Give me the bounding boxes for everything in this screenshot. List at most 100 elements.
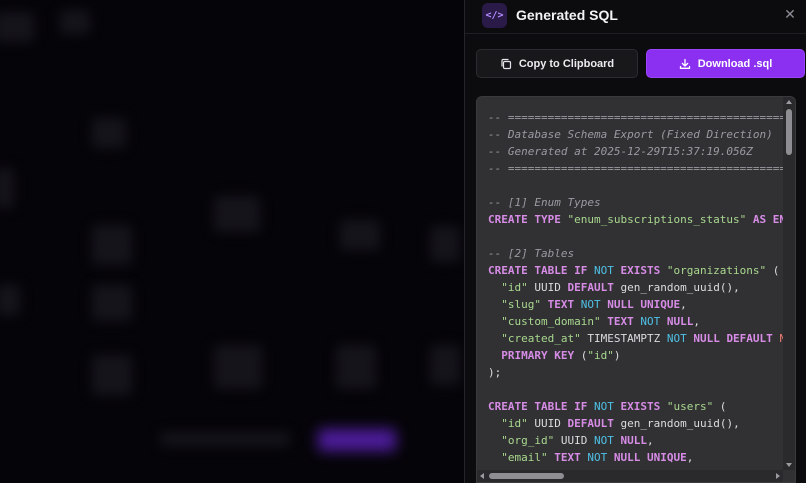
code-token: TIMESTAMPTZ [580,332,667,345]
code-token: NOT [580,298,601,311]
code-token: ); [488,366,502,379]
generated-sql-panel: </> Generated SQL ✕ Copy to Clipboard Do… [464,0,806,483]
code-line: PRIMARY KEY ("id") [488,347,783,364]
code-line: -- [2] Tables [488,245,783,262]
code-line: "custom_domain" TEXT NOT NULL, [488,313,783,330]
scroll-right-arrow-icon[interactable] [776,473,780,479]
code-token: -- [1] Enum Types [488,196,601,209]
code-token: DEFAULT [567,281,614,294]
code-line: "email" TEXT NOT NULL UNIQUE, [488,449,783,466]
code-token: UUID [554,434,594,447]
code-icon: </> [482,3,507,28]
code-token: NULL [613,434,647,447]
code-line: -- Generated at 2025-12-29T15:37:19.056Z [488,143,783,160]
scroll-left-arrow-icon[interactable] [480,473,484,479]
background-pagination [160,432,290,446]
background-card [214,345,262,389]
code-line: "org_id" UUID NOT NULL, [488,432,783,449]
code-token: NOT [587,451,608,464]
code-token: -- =====================================… [488,162,783,175]
background-card [0,12,34,42]
code-token: "users" [666,400,714,413]
code-token: "enum_subscriptions_status" [567,213,747,226]
code-token: ( [713,400,727,413]
code-token: UUID [527,281,568,294]
code-token: DEFAULT [567,417,614,430]
code-token: NOT [666,332,687,345]
code-token: "email" [501,451,548,464]
code-line: "created_at" TIMESTAMPTZ NOT NULL DEFAUL… [488,330,783,347]
background-card [92,355,132,395]
code-token: ( [766,264,780,277]
vertical-scrollbar[interactable] [783,97,795,470]
copy-icon [501,58,511,69]
code-line: CREATE TABLE IF NOT EXISTS "organization… [488,262,783,279]
code-token: TEXT [547,451,588,464]
panel-header: </> Generated SQL ✕ [465,0,806,34]
code-line: -- Database Schema Export (Fixed Directi… [488,126,783,143]
background-card [92,225,132,265]
code-token: PRIMARY KEY [501,349,575,362]
scroll-down-arrow-icon[interactable] [786,463,792,467]
sql-code-viewer[interactable]: -- =====================================… [476,96,796,483]
code-token: NOT [640,315,661,328]
code-token: EXISTS [613,400,667,413]
code-token: "id" [587,349,614,362]
copy-button-label: Copy to Clipboard [518,57,615,70]
code-token: "created_at" [501,332,581,345]
code-token: , [693,315,700,328]
background-card [340,220,380,250]
background-card [336,345,376,389]
code-token: TEXT [600,315,641,328]
code-token: CREATE TABLE IF [488,264,594,277]
code-token: "slug" [501,298,541,311]
code-line: -- [1] Enum Types [488,194,783,211]
code-token: ) [613,349,621,362]
background-card [92,118,126,148]
code-line: ); [488,364,783,381]
background-card [0,285,20,315]
code-token: "id" [501,281,528,294]
code-token: CREATE TABLE IF [488,400,594,413]
background-card [214,196,260,232]
horizontal-scroll-thumb[interactable] [489,473,564,479]
scroll-up-arrow-icon[interactable] [786,100,792,104]
vertical-scroll-thumb[interactable] [786,109,792,155]
code-line: CREATE TYPE "enum_subscriptions_status" … [488,211,783,228]
code-token: -- Database Schema Export (Fixed Directi… [488,128,773,141]
code-token: CREATE TYPE [488,213,568,226]
copy-to-clipboard-button[interactable]: Copy to Clipboard [476,49,638,78]
background-card [430,345,460,385]
code-token: NULL UNIQUE [607,451,687,464]
code-token: , [686,451,694,464]
background-card [60,10,90,34]
code-token: NOT [593,434,614,447]
code-token: -- [2] Tables [488,247,575,260]
code-token: "custom_domain" [501,315,601,328]
code-token: ( [574,349,588,362]
code-token: AS ENUM [752,213,783,226]
download-sql-button[interactable]: Download .sql [646,49,805,78]
close-icon[interactable]: ✕ [781,5,799,23]
code-line: "slug" TEXT NOT NULL UNIQUE, [488,296,783,313]
download-button-label: Download .sql [697,57,773,70]
code-token: -- =====================================… [488,111,783,124]
code-line: "id" UUID DEFAULT gen_random_uuid(), [488,279,783,296]
code-token: gen_random_uuid(), [613,417,740,430]
code-token: UUID [527,417,568,430]
code-token: , [680,298,687,311]
horizontal-scrollbar[interactable] [477,470,783,482]
code-token: EXISTS [613,264,667,277]
code-line: "id" UUID DEFAULT gen_random_uuid(), [488,415,783,432]
background-primary-button [318,429,396,451]
background-card [92,285,132,321]
